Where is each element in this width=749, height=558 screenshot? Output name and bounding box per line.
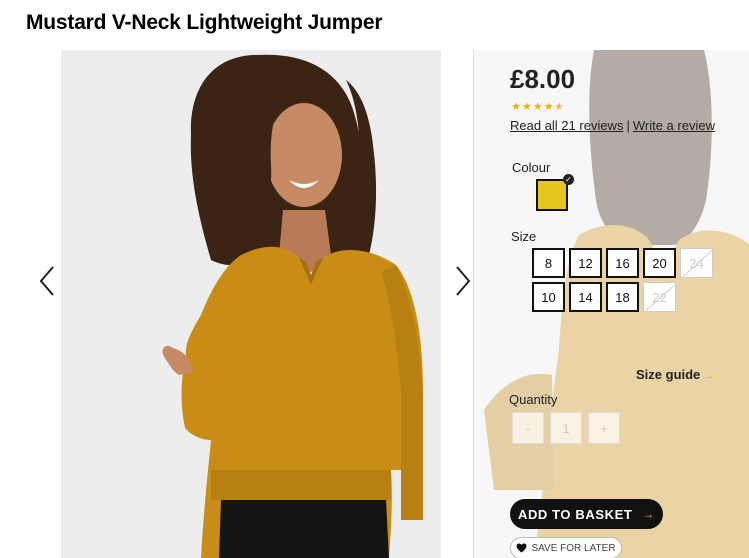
add-to-basket-label: ADD TO BASKET xyxy=(517,506,633,522)
rating-stars: ★ ★ ★ ★ ★ xyxy=(511,102,564,113)
chevron-left-icon xyxy=(39,266,54,296)
quantity-label: Quantity xyxy=(509,392,558,407)
star-half-icon: ★ xyxy=(554,101,565,113)
model-photo xyxy=(61,50,441,558)
size-guide-link[interactable]: Size guide → xyxy=(636,367,715,382)
arrow-right-icon: → xyxy=(704,370,716,382)
size-option-8[interactable]: 8 xyxy=(532,248,565,278)
chevron-right-icon xyxy=(456,266,471,296)
size-option-20[interactable]: 20 xyxy=(643,248,676,278)
size-option-18[interactable]: 18 xyxy=(606,282,639,312)
colour-swatch-mustard[interactable] xyxy=(536,179,568,211)
read-reviews-link[interactable]: Read all 21 reviews xyxy=(510,118,623,133)
size-option-16[interactable]: 16 xyxy=(606,248,639,278)
star-full-icon: ★ xyxy=(543,101,554,113)
save-for-later-label: SAVE FOR LATER xyxy=(531,542,616,554)
reviews-separator: | xyxy=(626,118,630,133)
heart-icon xyxy=(516,543,527,553)
star-full-icon: ★ xyxy=(532,101,543,113)
write-review-link[interactable]: Write a review xyxy=(633,118,715,133)
size-option-12[interactable]: 12 xyxy=(569,248,602,278)
size-option-10[interactable]: 10 xyxy=(532,282,565,312)
quantity-decrease-button[interactable]: - xyxy=(512,412,544,444)
save-for-later-button[interactable]: SAVE FOR LATER xyxy=(510,537,622,558)
reviews-links: Read all 21 reviews | Write a review xyxy=(510,118,715,133)
product-title: Mustard V-Neck Lightweight Jumper xyxy=(26,11,383,34)
quantity-increase-button[interactable]: + xyxy=(588,412,620,444)
star-full-icon: ★ xyxy=(511,101,521,113)
colour-label: Colour xyxy=(512,160,551,175)
size-label: Size xyxy=(511,229,537,244)
product-price: £8.00 xyxy=(510,64,576,94)
checkmark-icon: ✓ xyxy=(563,174,574,185)
size-option-14[interactable]: 14 xyxy=(569,282,602,312)
previous-image-button[interactable] xyxy=(28,256,66,306)
size-guide-label: Size guide xyxy=(636,367,701,382)
arrow-right-icon: → xyxy=(642,507,656,521)
product-details-panel: £8.00 ★ ★ ★ ★ ★ Read all 21 reviews | Writ… xyxy=(473,50,749,558)
size-option-22-unavailable: 22 xyxy=(643,282,676,312)
quantity-input[interactable]: 1 xyxy=(550,412,582,444)
size-option-24-unavailable: 24 xyxy=(680,248,713,278)
add-to-basket-button[interactable]: ADD TO BASKET → xyxy=(510,499,663,529)
product-main-image xyxy=(61,50,441,558)
star-full-icon: ★ xyxy=(521,101,532,113)
